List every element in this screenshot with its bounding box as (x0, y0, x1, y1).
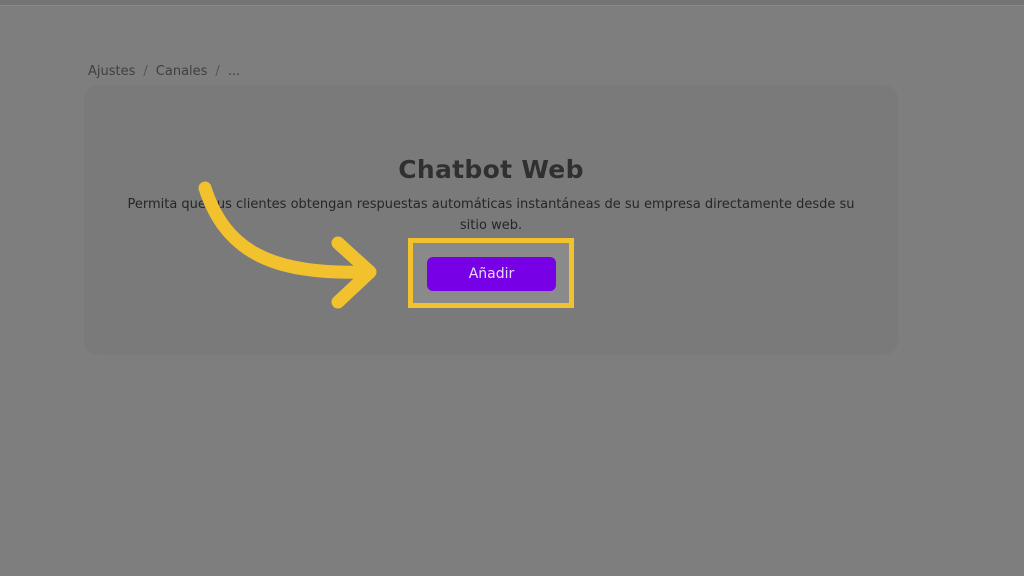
top-bar (0, 0, 1024, 6)
breadcrumb-separator: / (143, 64, 148, 79)
breadcrumb-item-canales[interactable]: Canales (156, 64, 208, 79)
breadcrumb: Ajustes / Canales / ... (88, 64, 240, 79)
add-button[interactable]: Añadir (427, 257, 556, 291)
chatbot-web-card: Chatbot Web Permita que sus clientes obt… (84, 85, 898, 355)
page: Ajustes / Canales / ... Chatbot Web Perm… (0, 0, 1024, 576)
breadcrumb-item-ajustes[interactable]: Ajustes (88, 64, 135, 79)
breadcrumb-separator: / (215, 64, 220, 79)
card-description: Permita que sus clientes obtengan respue… (127, 197, 855, 233)
card-title: Chatbot Web (398, 155, 584, 184)
breadcrumb-item-current: ... (227, 64, 241, 79)
